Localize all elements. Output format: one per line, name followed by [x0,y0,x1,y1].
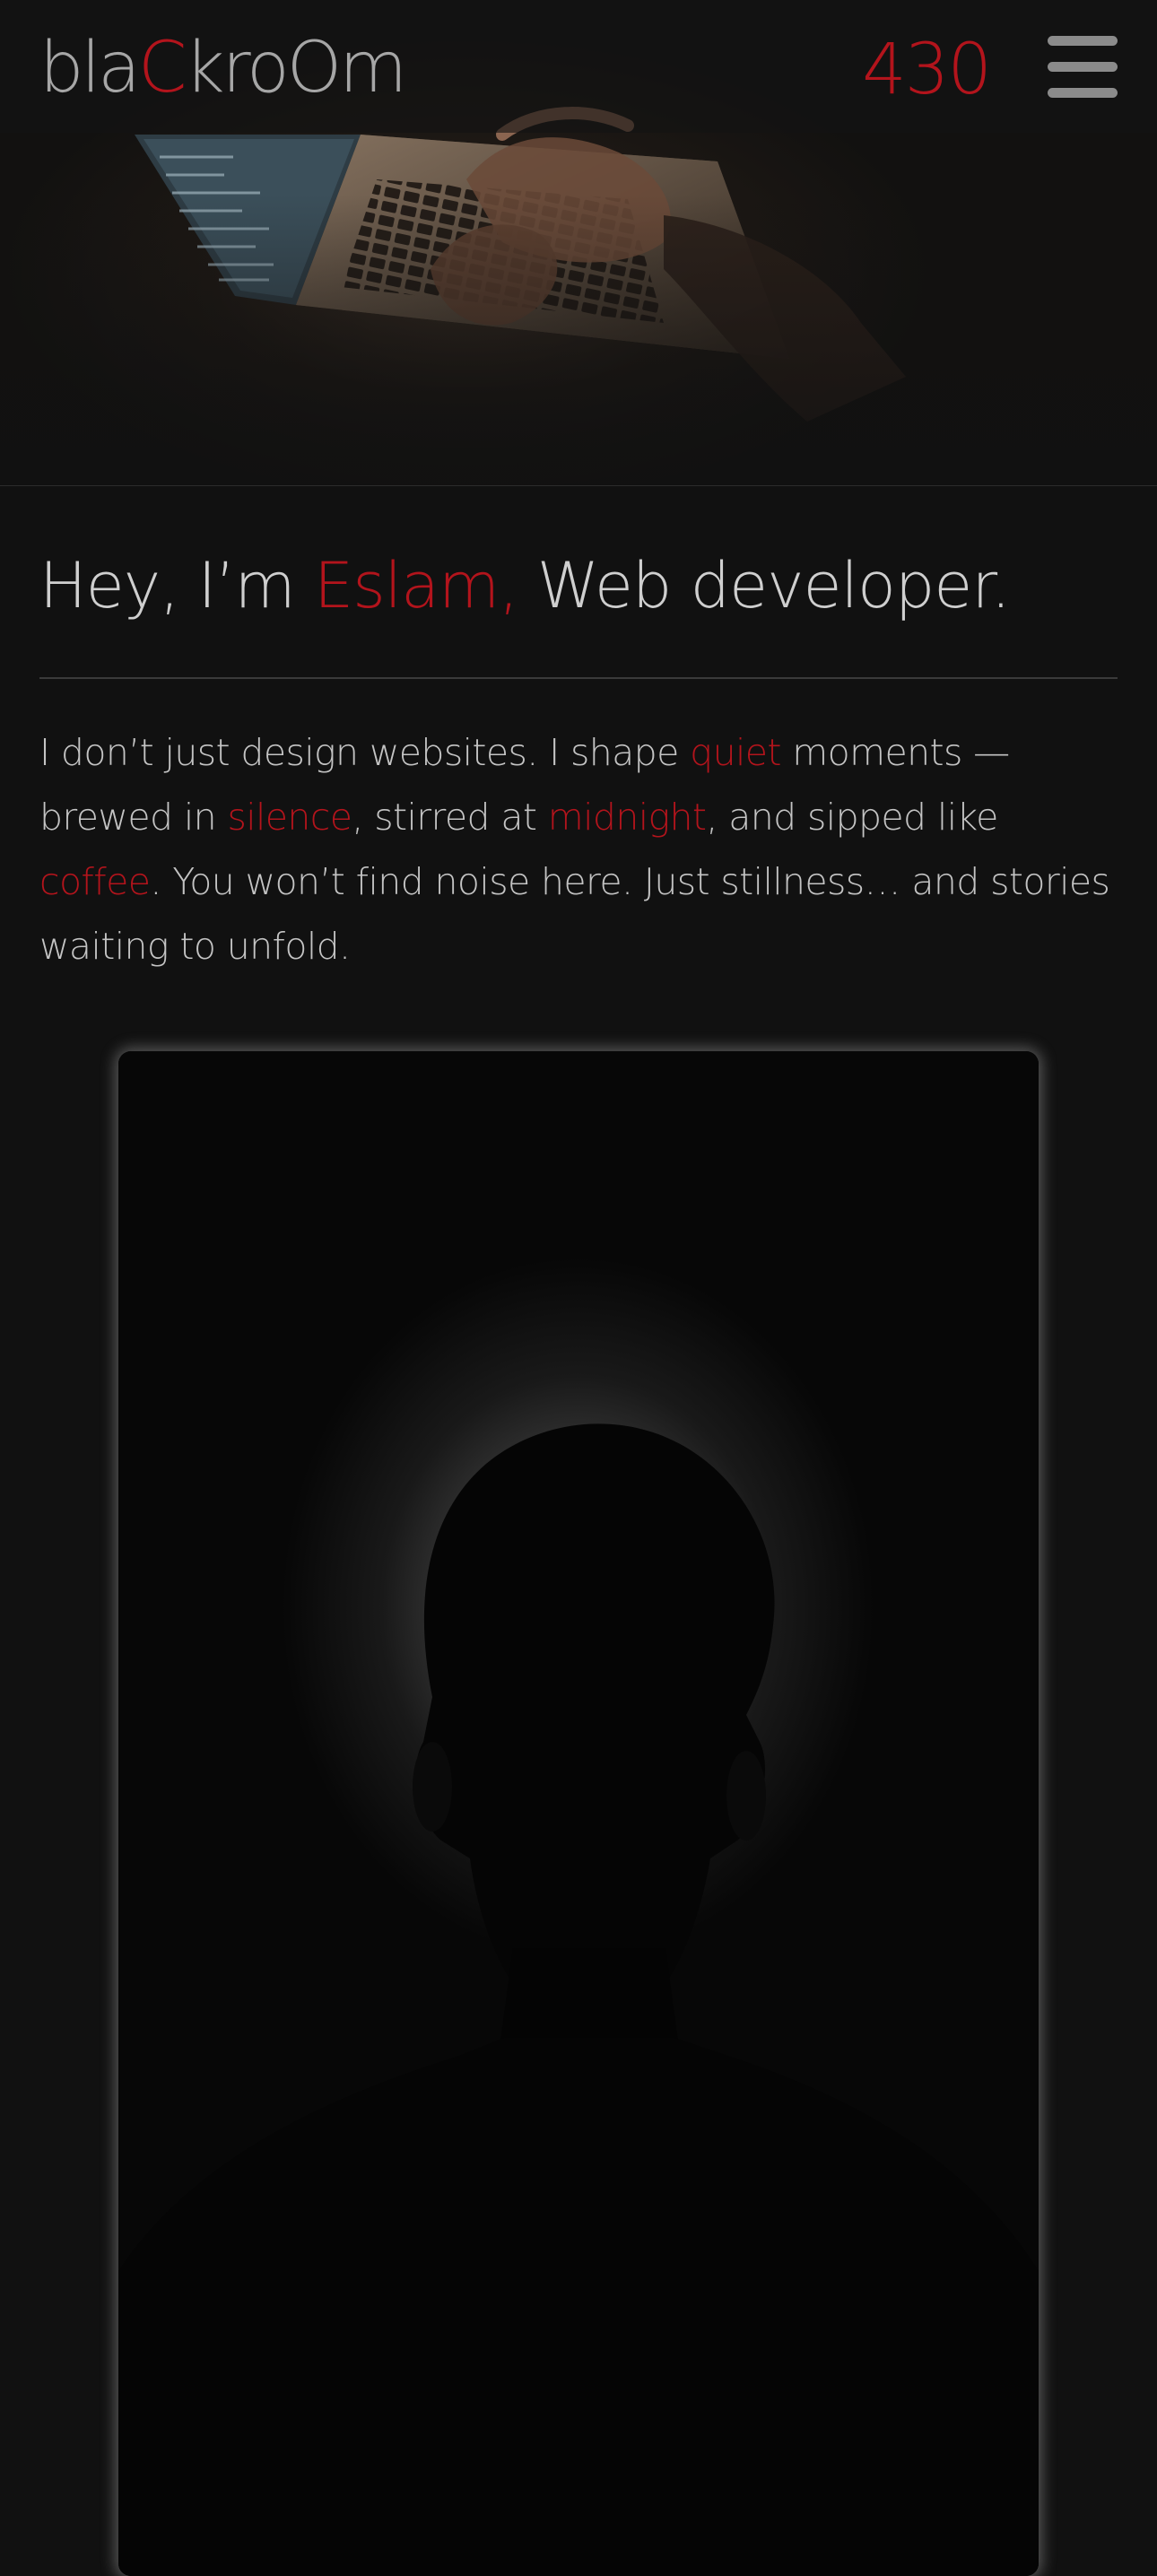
brand-logo[interactable]: blaCkroOm [39,25,407,111]
brand-text-accent: C [137,28,187,109]
menu-bar-middle [1048,62,1118,72]
bio-text-3: , stirred at [352,796,548,839]
top-navigation-bar: blaCkroOm 430 [0,0,1157,133]
intro-divider [39,677,1118,679]
person-silhouette-image [118,1423,1039,2576]
bio-text-1: I don’t just design websites. I shape [39,731,691,774]
headline-lead: Hey, I’m [39,549,314,622]
brand-text-part3: kro [184,28,289,109]
visitor-counter: 430 [862,30,992,110]
bio-accent-quiet: quiet [690,731,781,774]
bio-accent-coffee: coffee [39,860,151,903]
portrait-card [118,1051,1039,2576]
bio-text-4: , and sipped like [706,796,998,839]
headline-tail: Web developer. [518,549,1011,622]
hamburger-menu-icon[interactable] [1048,36,1118,99]
headline-name: Eslam, [313,549,518,622]
page-title: Hey, I’m Eslam, Web developer. [39,536,1011,635]
bio-paragraph: I don’t just design websites. I shape qu… [39,720,1125,979]
menu-bar-top [1048,36,1118,46]
bio-accent-midnight: midnight [547,796,707,839]
brand-text-part4: Om [286,28,407,109]
hero-divider [0,485,1157,486]
brand-text-part1: bla [39,28,141,109]
bio-accent-silence: silence [227,796,352,839]
menu-bar-bottom [1048,88,1118,98]
bio-text-5: . You won’t find noise here. Just stilln… [39,860,1110,968]
